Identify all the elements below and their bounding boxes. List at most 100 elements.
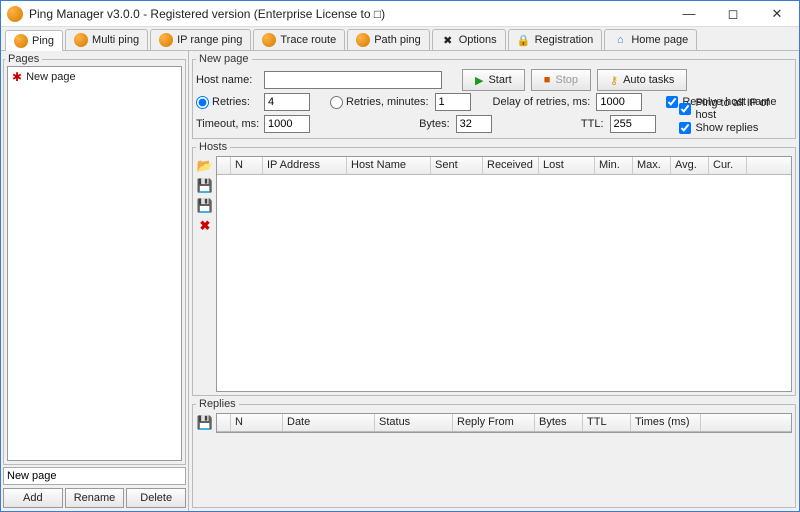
ttl-input[interactable]: [610, 115, 656, 133]
hosts-grid[interactable]: N IP Address Host Name Sent Received Los…: [216, 156, 792, 392]
tab-label: Path ping: [374, 34, 420, 46]
retries-minutes-input[interactable]: [435, 93, 471, 111]
save-icon[interactable]: 💾: [197, 178, 213, 194]
col-ip[interactable]: IP Address: [263, 157, 347, 174]
app-icon: [7, 6, 23, 22]
col-min[interactable]: Min.: [595, 157, 633, 174]
hosts-header: N IP Address Host Name Sent Received Los…: [217, 157, 791, 175]
tab-label: Home page: [631, 34, 688, 46]
col-avg[interactable]: Avg.: [671, 157, 709, 174]
tab-home-page[interactable]: ⌂ Home page: [604, 29, 697, 50]
timeout-input[interactable]: [264, 115, 310, 133]
minimize-button[interactable]: —: [667, 1, 711, 26]
tab-label: Multi ping: [92, 34, 139, 46]
delete-button[interactable]: Delete: [126, 488, 186, 508]
col-n[interactable]: N: [231, 157, 263, 174]
start-button[interactable]: ▶ Start: [462, 69, 525, 91]
bytes-label: Bytes:: [419, 118, 450, 130]
close-button[interactable]: ✕: [755, 1, 799, 26]
play-icon: ▶: [475, 74, 483, 87]
hosts-legend: Hosts: [196, 141, 230, 153]
home-icon: ⌂: [613, 33, 627, 47]
retries-input[interactable]: [264, 93, 310, 111]
replies-grid[interactable]: N Date Status Reply From Bytes TTL Times…: [216, 413, 792, 433]
ping-icon: [356, 33, 370, 47]
col-handle[interactable]: [217, 414, 231, 431]
stop-icon: ■: [544, 74, 551, 86]
col-lost[interactable]: Lost: [539, 157, 595, 174]
col-max[interactable]: Max.: [633, 157, 671, 174]
key-icon: ⚷: [610, 74, 618, 87]
delete-icon[interactable]: ✖: [197, 218, 213, 234]
bytes-input[interactable]: [456, 115, 492, 133]
col-bytes[interactable]: Bytes: [535, 414, 583, 431]
list-item[interactable]: ✱ New page: [10, 69, 179, 85]
tab-bar: Ping Multi ping IP range ping Trace rout…: [1, 27, 799, 51]
retries-minutes-radio-input[interactable]: [330, 96, 343, 109]
show-replies-checkbox[interactable]: Show replies: [679, 122, 792, 134]
page-item-label: New page: [26, 71, 76, 83]
lock-icon: 🔒: [517, 33, 531, 47]
col-n[interactable]: N: [231, 414, 283, 431]
col-spacer: [701, 414, 791, 431]
tab-label: IP range ping: [177, 34, 242, 46]
window-title: Ping Manager v3.0.0 - Registered version…: [29, 7, 667, 21]
tab-ip-range-ping[interactable]: IP range ping: [150, 29, 251, 50]
retries-minutes-radio[interactable]: Retries, minutes:: [330, 96, 429, 109]
tab-label: Ping: [32, 35, 54, 47]
col-handle[interactable]: [217, 157, 231, 174]
tab-ping[interactable]: Ping: [5, 30, 63, 51]
tab-options[interactable]: ✖ Options: [432, 29, 506, 50]
open-folder-icon[interactable]: 📂: [197, 158, 213, 174]
tab-trace-route[interactable]: Trace route: [253, 29, 345, 50]
retries-radio[interactable]: Retries:: [196, 96, 258, 109]
col-ttl[interactable]: TTL: [583, 414, 631, 431]
new-page-legend: New page: [196, 53, 252, 65]
pages-list[interactable]: ✱ New page: [7, 66, 182, 461]
add-button[interactable]: Add: [3, 488, 63, 508]
replies-header: N Date Status Reply From Bytes TTL Times…: [217, 414, 791, 432]
col-status[interactable]: Status: [375, 414, 453, 431]
delay-label: Delay of retries, ms:: [493, 96, 591, 108]
save-as-icon[interactable]: 💾: [197, 198, 213, 214]
pages-legend: Pages: [5, 53, 42, 65]
delay-input[interactable]: [596, 93, 642, 111]
replies-legend: Replies: [196, 398, 239, 410]
new-page-group: New page Host name: ▶ Start ■ Stop ⚷ Aut…: [192, 53, 796, 139]
rename-button[interactable]: Rename: [65, 488, 125, 508]
col-date[interactable]: Date: [283, 414, 375, 431]
save-icon[interactable]: 💾: [197, 415, 213, 431]
hostname-input[interactable]: [264, 71, 442, 89]
hosts-grid-body[interactable]: [217, 175, 791, 391]
hosts-group: Hosts 📂 💾 💾 ✖ N IP Address Host Name Sen…: [192, 141, 796, 396]
col-cur[interactable]: Cur.: [709, 157, 747, 174]
ping-all-checkbox[interactable]: Ping to all IP of host: [679, 97, 792, 121]
tab-multi-ping[interactable]: Multi ping: [65, 29, 148, 50]
page-item-icon: ✱: [12, 70, 22, 84]
pages-panel: Pages ✱ New page Add Rename Delete: [1, 51, 189, 511]
timeout-label: Timeout, ms:: [196, 118, 258, 130]
col-sent[interactable]: Sent: [431, 157, 483, 174]
tab-registration[interactable]: 🔒 Registration: [508, 29, 603, 50]
col-hostname[interactable]: Host Name: [347, 157, 431, 174]
ping-icon: [159, 33, 173, 47]
new-page-input[interactable]: [3, 467, 186, 485]
col-times[interactable]: Times (ms): [631, 414, 701, 431]
ping-icon: [74, 33, 88, 47]
stop-button[interactable]: ■ Stop: [531, 69, 591, 91]
tab-label: Options: [459, 34, 497, 46]
tab-label: Trace route: [280, 34, 336, 46]
col-received[interactable]: Received: [483, 157, 539, 174]
ping-icon: [14, 34, 28, 48]
wrench-icon: ✖: [441, 33, 455, 47]
tab-label: Registration: [535, 34, 594, 46]
maximize-button[interactable]: ◻: [711, 1, 755, 26]
auto-tasks-button[interactable]: ⚷ Auto tasks: [597, 69, 687, 91]
ttl-label: TTL:: [581, 118, 604, 130]
replies-group: Replies 💾 N Date Status Reply From Bytes…: [192, 398, 796, 508]
window-controls: — ◻ ✕: [667, 1, 799, 26]
col-spacer: [747, 157, 791, 174]
col-replyfrom[interactable]: Reply From: [453, 414, 535, 431]
retries-radio-input[interactable]: [196, 96, 209, 109]
tab-path-ping[interactable]: Path ping: [347, 29, 429, 50]
